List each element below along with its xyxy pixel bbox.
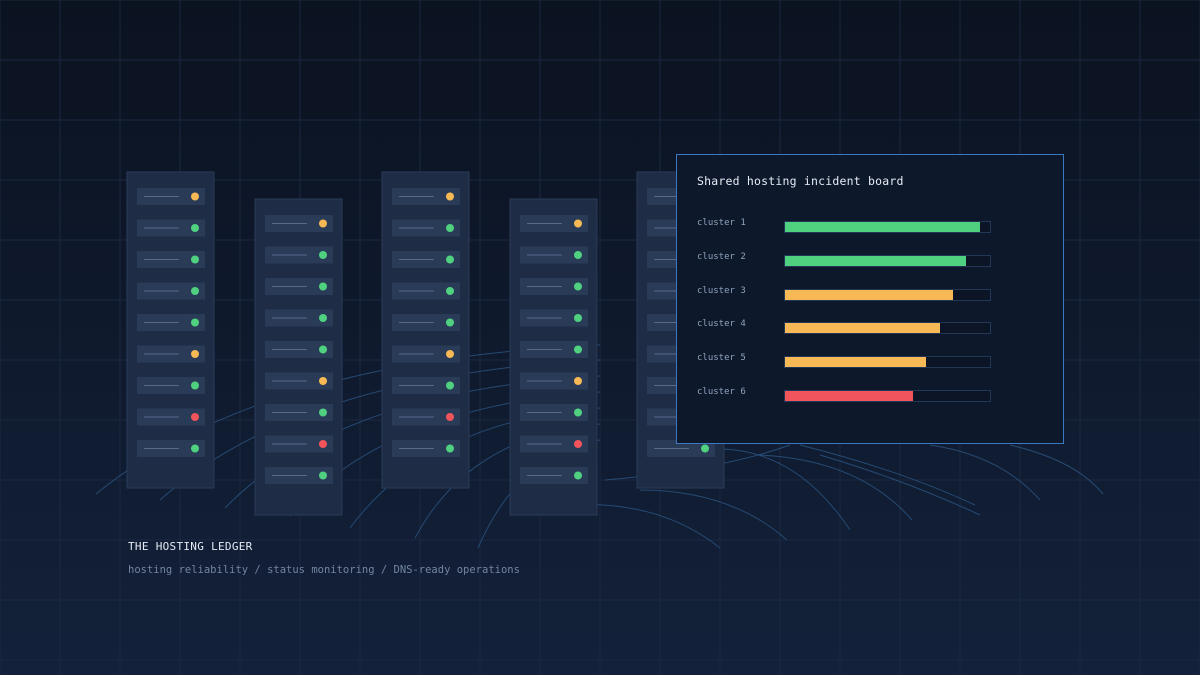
cluster-bar-track <box>784 254 991 267</box>
cluster-bar-fill <box>785 222 980 232</box>
cluster-bar-fill <box>785 391 914 401</box>
cluster-row: cluster 6 <box>697 387 997 403</box>
status-led-ok <box>191 318 199 327</box>
status-led-ok <box>191 287 199 295</box>
status-led-ok <box>319 251 327 259</box>
cluster-label: cluster 4 <box>697 319 746 330</box>
status-led-warn <box>319 377 327 385</box>
status-led-ok <box>446 224 454 232</box>
cluster-label: cluster 6 <box>697 387 746 397</box>
cluster-bar-track <box>784 322 991 335</box>
status-led-ok <box>446 255 454 264</box>
status-led-down <box>446 413 454 421</box>
status-led-warn <box>446 192 454 201</box>
status-led-ok <box>574 471 582 480</box>
server-rack <box>381 171 470 489</box>
cluster-label: cluster 5 <box>697 353 746 364</box>
status-led-warn <box>574 377 582 385</box>
server-rack <box>254 198 343 516</box>
server-rack <box>126 171 215 489</box>
cluster-row: cluster 1 <box>697 218 997 234</box>
status-led-ok <box>446 318 454 327</box>
status-led-warn <box>574 219 582 228</box>
cluster-bar-track <box>784 390 991 402</box>
cluster-bar-fill <box>785 357 927 368</box>
cluster-bar-fill <box>785 255 967 266</box>
status-led-ok <box>446 444 454 453</box>
status-led-ok <box>701 444 709 453</box>
status-led-ok <box>446 287 454 295</box>
status-led-ok <box>574 251 582 259</box>
status-led-warn <box>191 192 199 201</box>
status-led-warn <box>446 350 454 358</box>
status-led-warn <box>319 219 327 228</box>
server-rack <box>509 198 598 516</box>
cluster-row: cluster 4 <box>697 319 997 335</box>
status-led-ok <box>191 444 199 453</box>
status-led-ok <box>574 408 582 417</box>
cluster-bar-track <box>784 288 991 301</box>
status-led-warn <box>191 350 199 358</box>
incident-board-title: Shared hosting incident board <box>697 174 904 188</box>
cluster-bar-track <box>784 221 991 233</box>
brand-name: THE HOSTING LEDGER <box>128 540 253 553</box>
cluster-row: cluster 5 <box>697 353 997 369</box>
status-led-ok <box>191 381 199 390</box>
incident-board: Shared hosting incident board cluster 1 c… <box>676 154 1064 444</box>
cluster-label: cluster 3 <box>697 285 746 296</box>
brand-tagline: hosting reliability / status monitoring … <box>128 564 520 576</box>
status-led-ok <box>574 282 582 291</box>
status-led-ok <box>319 408 327 417</box>
status-led-down <box>574 440 582 448</box>
cluster-label: cluster 1 <box>697 218 746 228</box>
cluster-label: cluster 2 <box>697 251 746 262</box>
cluster-bar-fill <box>785 289 954 300</box>
status-led-ok <box>446 381 454 390</box>
cluster-bar-track <box>784 356 991 369</box>
cluster-row: cluster 3 <box>697 286 997 302</box>
status-led-ok <box>319 314 327 322</box>
status-led-down <box>191 413 199 421</box>
footer-caption: THE HOSTING LEDGER hosting reliability /… <box>128 540 520 576</box>
status-led-ok <box>191 224 199 232</box>
status-led-down <box>319 440 327 448</box>
cluster-row: cluster 2 <box>697 252 997 268</box>
status-led-ok <box>319 471 327 480</box>
status-led-ok <box>191 255 199 264</box>
status-led-ok <box>574 345 582 354</box>
cluster-bar-fill <box>785 323 940 334</box>
status-led-ok <box>319 345 327 354</box>
status-led-ok <box>319 282 327 291</box>
status-led-ok <box>574 314 582 322</box>
